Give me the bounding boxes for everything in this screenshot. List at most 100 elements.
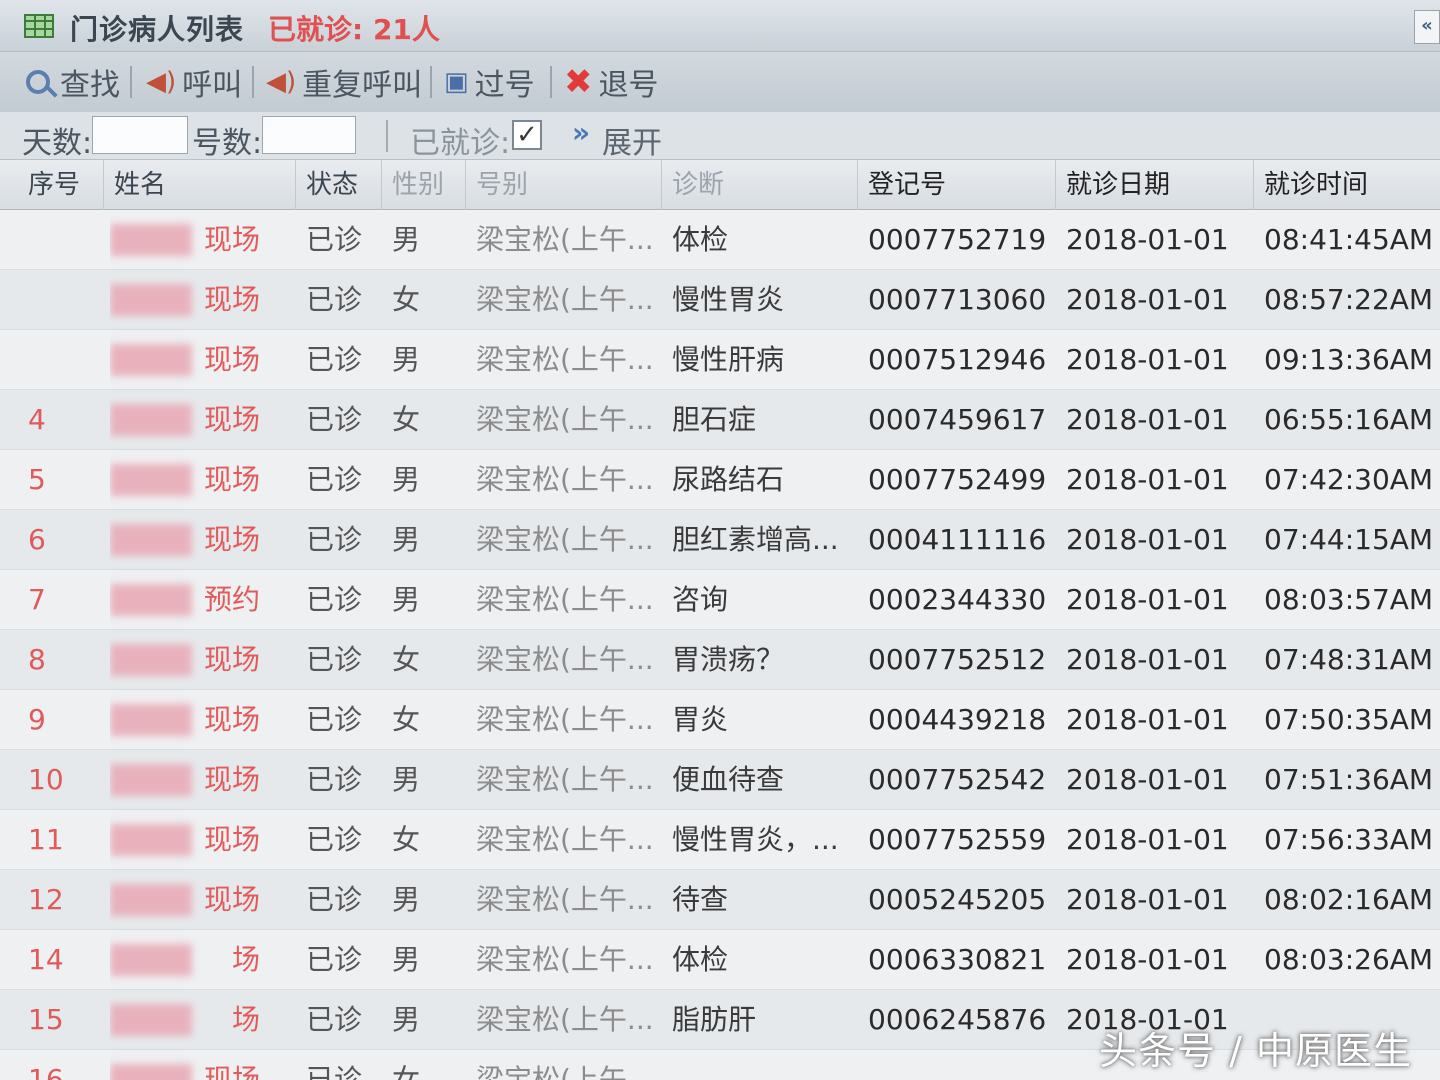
row-diagnosis-cell: 慢性胃炎 — [672, 283, 785, 316]
table-row[interactable]: 5 现场 已诊男 梁宝松(上午... 尿路结石 0007752499 2018-01-01 0… — [0, 450, 1440, 510]
row-name-cell: 场 — [110, 990, 270, 1050]
row-name-cell: 现场 — [110, 870, 270, 930]
table-row[interactable]: 现场 已诊女 梁宝松(上午... 慢性胃炎 0007713060 2018-01-01 08… — [0, 270, 1440, 330]
row-status-cell: 已诊 — [306, 463, 363, 496]
column-header-diagnosis[interactable]: 诊断 — [662, 160, 858, 210]
row-diagnosis-cell: 咨询 — [672, 583, 729, 616]
row-name-cell: 现场 — [110, 390, 270, 450]
filter-divider — [386, 120, 388, 152]
registration-type-text: 现场 — [203, 823, 260, 856]
row-status-cell: 已诊 — [306, 583, 363, 616]
table-row[interactable]: 9 现场 已诊女 梁宝松(上午... 胃炎 0004439218 2018-01-01 07:… — [0, 690, 1440, 750]
redacted-name-blur — [110, 884, 192, 916]
registration-type-text: 现场 — [203, 523, 260, 556]
toolbar-divider — [130, 66, 132, 98]
row-seq-cell: 5 — [28, 463, 46, 496]
row-sex-cell: 女 — [392, 283, 421, 316]
row-sex-cell: 男 — [392, 763, 421, 796]
row-seq-cell: 15 — [28, 1003, 64, 1036]
row-sex-cell: 女 — [392, 643, 421, 676]
row-status-cell: 已诊 — [306, 223, 363, 256]
redacted-name-blur — [110, 764, 192, 796]
row-date-cell: 2018-01-01 — [1066, 643, 1229, 676]
expand-link[interactable]: 展开 — [602, 118, 662, 162]
row-reg-no-cell: 0006330821 — [868, 943, 1047, 976]
row-time-cell: 07:44:15AM — [1264, 523, 1434, 556]
search-icon — [26, 70, 50, 94]
number-input[interactable] — [262, 116, 356, 154]
table-row[interactable]: 8 现场 已诊女 梁宝松(上午... 胃溃疡？ 0007752512 2018-01-01 0… — [0, 630, 1440, 690]
row-seq-cell: 8 — [28, 643, 46, 676]
row-seq-cell: 7 — [28, 583, 46, 616]
row-dept-cell: 梁宝松(上午... — [476, 943, 654, 976]
table-row[interactable]: 6 现场 已诊男 梁宝松(上午... 胆红素增高... 0004111116 2018-01… — [0, 510, 1440, 570]
row-sex-cell: 男 — [392, 223, 421, 256]
column-header-seq[interactable]: 序号 — [18, 160, 104, 210]
row-reg-no-cell — [868, 1050, 1048, 1080]
row-reg-no-cell: 0005245205 — [868, 883, 1047, 916]
double-chevron-right-icon[interactable]: » — [572, 116, 590, 149]
search-button[interactable]: 查找 — [26, 62, 120, 103]
visited-checkbox[interactable]: ✓ — [512, 120, 542, 150]
table-row[interactable]: 11 现场 已诊女 梁宝松(上午... 慢性胃炎，... 0007752559 2018-0… — [0, 810, 1440, 870]
row-reg-no-cell: 0004439218 — [868, 703, 1047, 736]
days-input[interactable] — [92, 116, 188, 154]
recall-button[interactable]: ◀) 重复呼叫 — [266, 62, 422, 103]
redacted-name-blur — [110, 344, 192, 376]
redacted-name-blur — [110, 1064, 192, 1080]
row-reg-no-cell: 0007752542 — [868, 763, 1047, 796]
row-date-cell: 2018-01-01 — [1066, 703, 1229, 736]
row-time-cell: 07:50:35AM — [1264, 703, 1434, 736]
table-row[interactable]: 4 现场 已诊女 梁宝松(上午... 胆石症 0007459617 2018-01-01 06… — [0, 390, 1440, 450]
column-header-visit-date[interactable]: 就诊日期 — [1056, 160, 1254, 210]
table-row[interactable]: 现场 已诊男 梁宝松(上午... 慢性肝病 0007512946 2018-01-01 09… — [0, 330, 1440, 390]
row-status-cell: 已诊 — [306, 403, 363, 436]
row-sex-cell: 女 — [392, 823, 421, 856]
row-status-cell: 已诊 — [306, 343, 363, 376]
registration-type-text: 预约 — [203, 583, 260, 616]
row-status-cell: 已诊 — [306, 883, 363, 916]
call-button[interactable]: ◀) 呼叫 — [146, 62, 243, 103]
column-header-reg-no[interactable]: 登记号 — [858, 160, 1056, 210]
column-header-sex[interactable]: 性别 — [382, 160, 466, 210]
row-sex-cell: 女 — [392, 1063, 421, 1080]
speaker-repeat-icon: ◀) — [266, 67, 297, 97]
table-row[interactable]: 14 场 已诊男 梁宝松(上午... 体检 0006330821 2018-01-01 08:… — [0, 930, 1440, 990]
table-row[interactable]: 现场 已诊男 梁宝松(上午... 体检 0007752719 2018-01-01 08:4… — [0, 210, 1440, 270]
row-status-cell: 已诊 — [306, 643, 363, 676]
row-date-cell: 2018-01-01 — [1066, 403, 1229, 436]
row-sex-cell: 男 — [392, 1003, 421, 1036]
row-date-cell: 2018-01-01 — [1066, 223, 1229, 256]
row-diagnosis-cell: 慢性肝病 — [672, 343, 785, 376]
row-date-cell: 2018-01-01 — [1066, 943, 1229, 976]
row-diagnosis-cell: 胆红素增高... — [672, 523, 839, 556]
column-header-dept[interactable]: 号别 — [466, 160, 662, 210]
row-name-cell: 现场 — [110, 330, 270, 390]
row-date-cell: 2018-01-01 — [1066, 523, 1229, 556]
row-diagnosis-cell: 便血待查 — [672, 763, 785, 796]
row-dept-cell: 梁宝松(上午... — [476, 1063, 654, 1080]
cancel-registration-button[interactable]: ✖ 退号 — [564, 62, 659, 103]
row-seq-cell: 12 — [28, 883, 64, 916]
column-header-name[interactable]: 姓名 — [104, 160, 296, 210]
pass-button[interactable]: ▣ 过号 — [444, 62, 535, 103]
registration-type-text: 场 — [231, 1003, 260, 1036]
column-header-status[interactable]: 状态 — [296, 160, 382, 210]
row-status-cell: 已诊 — [306, 283, 363, 316]
title-bar: 门诊病人列表 已就诊: 21人 « — [0, 0, 1440, 52]
grid-body: 现场 已诊男梁宝松(上午... 体检 0007752719 2018-01-01 08:4… — [0, 210, 1440, 1080]
row-seq-cell — [28, 210, 98, 270]
redacted-name-blur — [110, 464, 192, 496]
row-reg-no-cell: 0006245876 — [868, 1003, 1047, 1036]
row-status-cell: 已诊 — [306, 823, 363, 856]
call-button-label: 呼叫 — [182, 68, 243, 103]
row-seq-cell — [28, 270, 98, 330]
row-name-cell: 现场 — [110, 630, 270, 690]
table-row[interactable]: 12 现场 已诊男 梁宝松(上午... 待查 0005245205 2018-01-01 08… — [0, 870, 1440, 930]
table-row[interactable]: 7 预约 已诊男 梁宝松(上午... 咨询 0002344330 2018-01-01 08:… — [0, 570, 1440, 630]
table-row[interactable]: 10 现场 已诊男 梁宝松(上午... 便血待查 0007752542 2018-01-01… — [0, 750, 1440, 810]
column-header-visit-time[interactable]: 就诊时间 — [1254, 160, 1440, 210]
collapse-panel-button[interactable]: « — [1414, 10, 1440, 44]
row-name-cell: 现场 — [110, 1050, 270, 1080]
row-diagnosis-cell: 胃炎 — [672, 703, 729, 736]
